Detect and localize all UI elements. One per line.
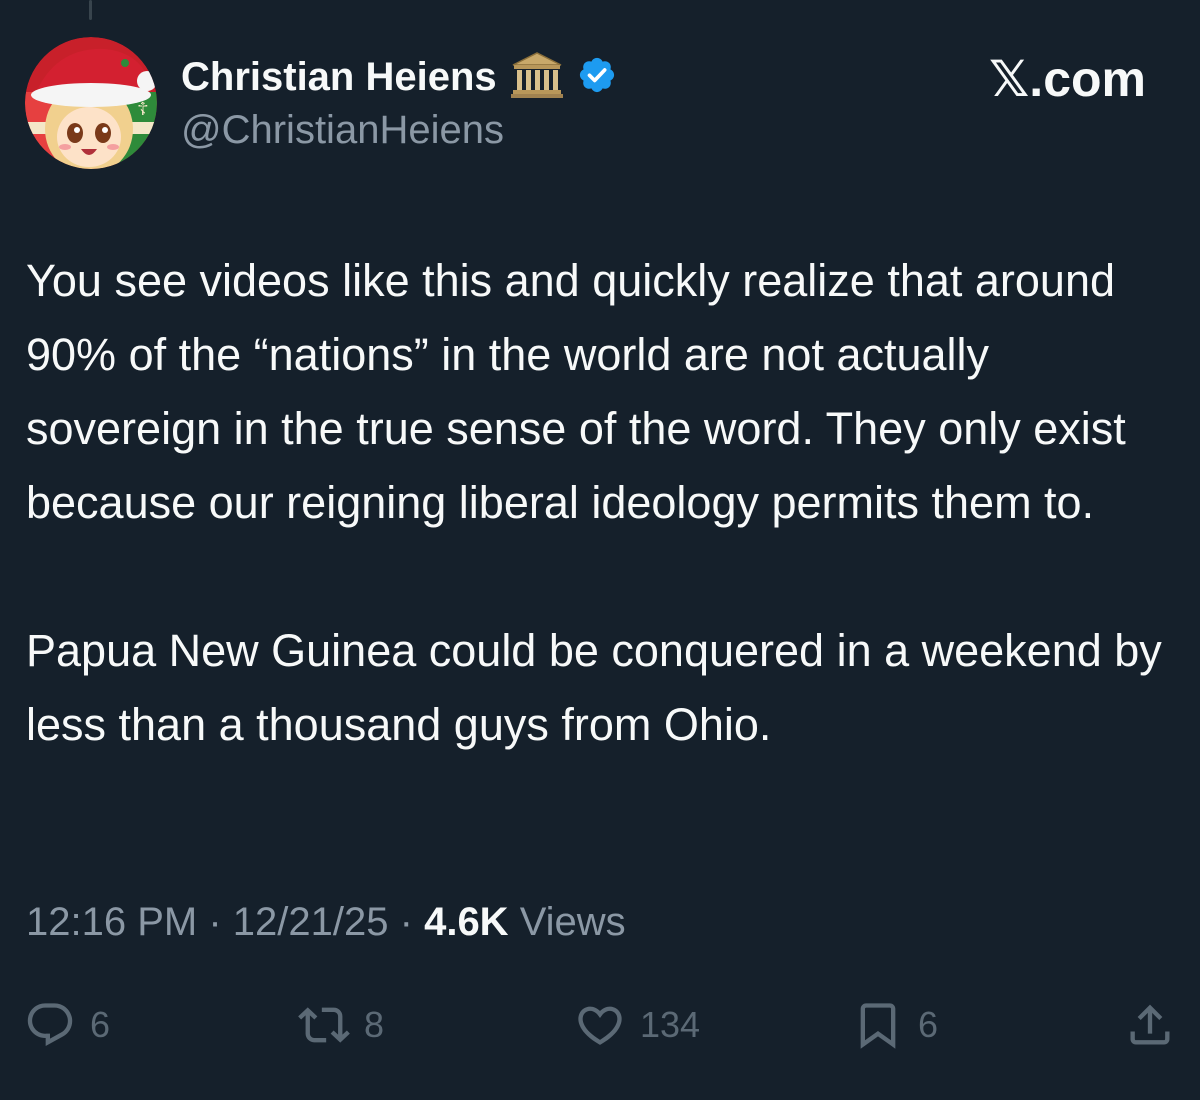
x-com-brand-label: 𝕏.com (989, 51, 1146, 107)
views-label: Views (519, 900, 626, 944)
thread-connector-line (89, 0, 92, 20)
like-button[interactable]: 134 (574, 995, 700, 1055)
repost-icon (298, 999, 350, 1051)
avatar[interactable]: ☦ (25, 37, 157, 169)
repost-count: 8 (364, 1004, 385, 1045)
tweet-metadata: 12:16 PM · 12/21/25 · 4.6K Views (26, 900, 626, 945)
heart-icon (574, 999, 626, 1051)
tweet-paragraph: You see videos like this and quickly rea… (26, 255, 1126, 528)
share-icon (1124, 999, 1176, 1051)
tweet-time[interactable]: 12:16 PM (26, 900, 197, 944)
reply-icon (24, 999, 76, 1051)
bookmark-count: 6 (918, 1004, 939, 1045)
author-handle[interactable]: @ChristianHeiens (181, 108, 504, 153)
bookmark-icon (852, 999, 904, 1051)
share-button[interactable] (1124, 995, 1176, 1055)
tweet-date[interactable]: 12/21/25 (233, 900, 389, 944)
bookmark-button[interactable]: 6 (852, 995, 938, 1055)
tweet-paragraph: Papua New Guinea could be conquered in a… (26, 625, 1162, 750)
tweet-action-bar: 6 8 134 6 (0, 995, 1200, 1055)
like-count: 134 (640, 1004, 701, 1045)
author-name-row[interactable]: Christian Heiens (181, 51, 617, 104)
reply-button[interactable]: 6 (24, 995, 110, 1055)
repost-button[interactable]: 8 (298, 995, 384, 1055)
reply-count: 6 (90, 1004, 111, 1045)
verified-badge-icon[interactable] (577, 55, 617, 100)
meta-separator: · (208, 900, 222, 944)
tweet-text: You see videos like this and quickly rea… (26, 244, 1176, 762)
classical-building-emoji-icon (509, 51, 565, 104)
avatar-image: ☦ (25, 37, 157, 169)
author-display-name[interactable]: Christian Heiens (181, 55, 497, 100)
views-count: 4.6K (424, 900, 509, 944)
meta-separator: · (399, 900, 413, 944)
